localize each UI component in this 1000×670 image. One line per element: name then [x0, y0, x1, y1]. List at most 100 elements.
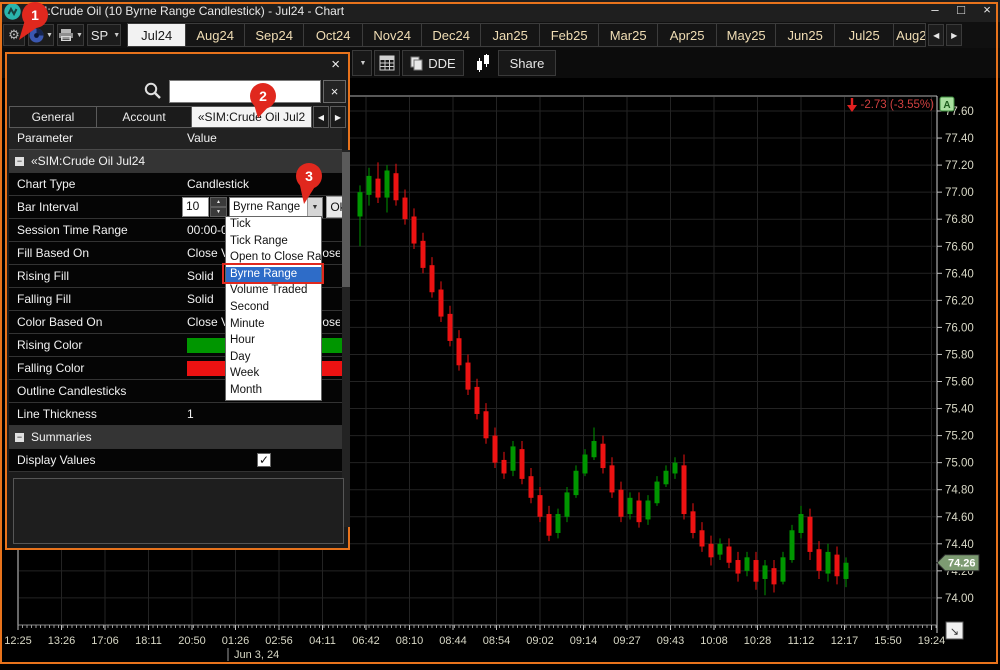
candle-body	[619, 490, 624, 517]
chart-style-button[interactable]: ▼	[28, 24, 54, 46]
candle-body	[673, 463, 678, 474]
parameter-value[interactable]: Candlestick	[187, 177, 340, 191]
dropdown-item-hour[interactable]: Hour	[226, 333, 321, 350]
contract-tab-jun25[interactable]: Jun25	[776, 23, 835, 47]
contract-tab-nov24[interactable]: Nov24	[363, 23, 422, 47]
time-label: 20:50	[178, 635, 206, 647]
search-clear-button[interactable]: ×	[323, 80, 346, 103]
close-button[interactable]: ×	[980, 2, 994, 17]
candle-body	[439, 290, 444, 317]
gear-icon: ⚙	[8, 27, 20, 43]
dialog-close-button[interactable]: ×	[331, 56, 340, 73]
candle-body	[736, 560, 741, 574]
param-row-chart-type[interactable]: Chart TypeCandlestick	[9, 173, 342, 196]
time-label: 15:50	[874, 635, 902, 647]
maximize-button[interactable]: □	[954, 2, 968, 17]
dialog-tab-scroll-right-button[interactable]: ▶	[330, 106, 346, 128]
parameter-label: Outline Candlesticks	[17, 384, 126, 398]
candlestick-mode-button[interactable]	[470, 50, 496, 76]
bar-interval-input[interactable]: 10	[182, 197, 209, 217]
dialog-tab-bar: GeneralAccount«SIM:Crude Oil Jul2◀▶	[9, 106, 346, 128]
candle-body	[376, 179, 381, 198]
group-row--sim-crude-oil-jul24[interactable]: −«SIM:Crude Oil Jul24	[9, 150, 342, 173]
contract-tab-sep24[interactable]: Sep24	[245, 23, 304, 47]
contract-tab-jul25[interactable]: Jul25	[835, 23, 894, 47]
parameter-label: Fill Based On	[17, 246, 89, 260]
candle-body	[709, 544, 714, 558]
interval-spinner[interactable]: ▲▼	[210, 197, 227, 217]
contract-tab-may25[interactable]: May25	[717, 23, 776, 47]
contract-tab-jul24[interactable]: Jul24	[127, 23, 186, 47]
dialog-tab--sim-crude-oil-jul2[interactable]: «SIM:Crude Oil Jul2	[192, 106, 312, 128]
candle-body	[817, 549, 822, 571]
time-label: 09:27	[613, 635, 641, 647]
contract-tab-dec24[interactable]: Dec24	[422, 23, 481, 47]
dde-label: DDE	[428, 56, 455, 71]
dialog-tab-general[interactable]: General	[9, 106, 97, 128]
param-row-line-thickness[interactable]: Line Thickness1	[9, 403, 342, 426]
parameter-label: Summaries	[31, 430, 92, 444]
dde-button[interactable]: DDE	[402, 50, 464, 76]
candle-body	[565, 492, 570, 516]
share-button[interactable]: Share	[498, 50, 556, 76]
candle-body	[502, 460, 507, 474]
sp-dropdown[interactable]: SP ▼	[87, 24, 121, 46]
candle-body	[790, 530, 795, 560]
tab-scroll-right-button[interactable]: ▶	[946, 24, 962, 46]
contract-tab-apr25[interactable]: Apr25	[658, 23, 717, 47]
date-label: Jun 3, 24	[234, 649, 279, 661]
tab-scroll-left-button[interactable]: ◀	[928, 24, 944, 46]
dropdown-item-tick-range[interactable]: Tick Range	[226, 234, 321, 251]
candle-body	[682, 465, 687, 514]
dropdown-item-minute[interactable]: Minute	[226, 317, 321, 334]
parameter-label: Falling Color	[17, 361, 84, 375]
candle-body	[727, 547, 732, 563]
dialog-scrollbar[interactable]	[342, 150, 350, 527]
time-label: 13:26	[48, 635, 76, 647]
combobox-arrow-button[interactable]: ▼	[307, 198, 322, 217]
candle-body	[475, 387, 480, 414]
parameter-label: «SIM:Crude Oil Jul24	[31, 154, 145, 168]
dropdown-item-day[interactable]: Day	[226, 350, 321, 367]
dropdown-item-second[interactable]: Second	[226, 300, 321, 317]
settings-button[interactable]: ⚙	[3, 24, 25, 46]
hidden-combo-arrow-button[interactable]: ▼	[352, 50, 372, 76]
param-row-display-values[interactable]: Display Values ✓	[9, 449, 342, 472]
scrollbar-thumb[interactable]	[342, 152, 350, 287]
time-label: 19:24	[918, 635, 946, 647]
dropdown-item-month[interactable]: Month	[226, 383, 321, 400]
print-button[interactable]: ▼	[57, 24, 84, 46]
parameter-value[interactable]: 1	[187, 407, 340, 421]
minimize-button[interactable]: –	[928, 2, 942, 17]
spinner-up-icon[interactable]: ▲	[210, 197, 227, 207]
contract-tab-aug25[interactable]: Aug25	[894, 23, 926, 47]
candle-body	[358, 192, 363, 216]
contract-tab-aug24[interactable]: Aug24	[186, 23, 245, 47]
contract-tab-mar25[interactable]: Mar25	[599, 23, 658, 47]
contract-tab-oct24[interactable]: Oct24	[304, 23, 363, 47]
description-panel	[13, 478, 344, 544]
parameter-label: Display Values	[17, 453, 95, 467]
dropdown-item-volume-traded[interactable]: Volume Traded	[226, 283, 321, 300]
contract-tab-jan25[interactable]: Jan25	[481, 23, 540, 47]
data-grid-button[interactable]	[374, 50, 400, 76]
dropdown-item-week[interactable]: Week	[226, 366, 321, 383]
collapse-icon[interactable]: −	[15, 157, 24, 166]
dialog-tab-scroll-left-button[interactable]: ◀	[313, 106, 329, 128]
title-bar[interactable]: SIM:Crude Oil (10 Byrne Range Candlestic…	[0, 0, 1000, 22]
time-label: 09:14	[570, 635, 598, 647]
checkbox[interactable]: ✓	[257, 453, 271, 467]
contract-tab-feb25[interactable]: Feb25	[540, 23, 599, 47]
collapse-icon[interactable]: −	[15, 433, 24, 442]
group-row-summaries[interactable]: −Summaries	[9, 426, 342, 449]
candle-body	[430, 265, 435, 292]
app-logo-icon	[4, 3, 21, 20]
search-input[interactable]	[169, 80, 321, 103]
candle-body	[808, 517, 813, 552]
parameter-label: Falling Fill	[17, 292, 71, 306]
dropdown-item-tick[interactable]: Tick	[226, 217, 321, 234]
candle-body	[412, 216, 417, 243]
bar-type-combobox[interactable]: Byrne Range▼	[229, 197, 323, 218]
chevron-down-icon: ▼	[360, 60, 367, 67]
dialog-tab-account[interactable]: Account	[97, 106, 192, 128]
